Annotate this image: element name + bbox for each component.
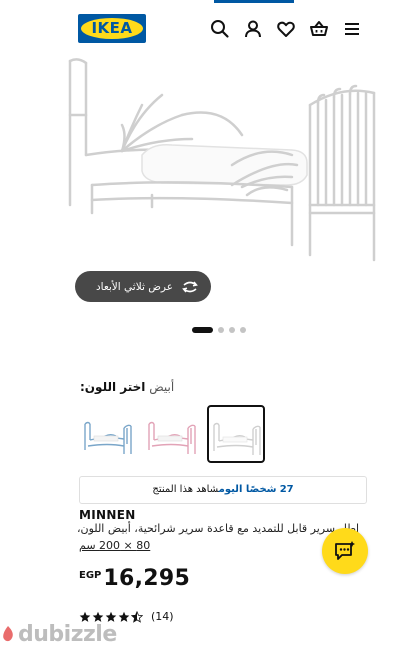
search-icon[interactable] [209,18,231,40]
rotate-3d-icon [181,279,199,295]
logo-text: IKEA [91,19,133,37]
product-name[interactable]: MINNEN [79,508,136,522]
viewers-count-unit: شخصًا اليوم [218,484,277,495]
color-swatch-white[interactable] [207,405,265,463]
product-image-bed[interactable] [62,55,392,275]
product-size-link[interactable]: 80 × 200 سم [79,539,150,552]
star-icon [92,611,104,622]
carousel-dots [192,327,246,333]
dubizzle-watermark: dubizzle [0,622,120,650]
chat-icon [335,541,355,560]
carousel-dot-3[interactable] [229,327,235,333]
carousel-dot-4[interactable] [240,327,246,333]
basket-icon[interactable] [308,18,330,40]
star-icon [105,611,117,622]
rating-stars [79,610,143,623]
star-icon [79,611,91,622]
user-icon[interactable] [242,18,264,40]
half-star-icon [131,610,143,623]
heart-icon[interactable] [275,18,297,40]
header-accent-line [214,0,294,3]
view-3d-label: عرض ثلاثي الأبعاد [95,280,173,293]
star-icon [118,611,130,622]
price-amount: 16,295 [103,566,191,591]
carousel-dot-1[interactable] [192,327,213,333]
ikea-logo[interactable]: IKEA [78,14,146,43]
viewers-banner: 27 شخصًا اليومشاهد هذا المنتج [79,476,367,504]
selected-color-value: أبيض [149,380,175,394]
color-picker-label: أبيض اختر اللون: [80,380,174,394]
watermark-text: dubizzle [18,622,117,647]
review-count: (14) [151,610,174,623]
color-swatch-pink[interactable] [144,406,200,462]
carousel-dot-2[interactable] [218,327,224,333]
chat-button[interactable] [322,528,368,574]
product-price: EGP 16,295 [79,566,190,591]
menu-icon[interactable] [341,18,363,40]
view-3d-button[interactable]: عرض ثلاثي الأبعاد [75,271,211,302]
viewers-count: 27 [279,484,294,495]
color-picker-title: اختر اللون: [80,380,146,394]
app-header: IKEA [0,0,400,58]
color-swatch-blue[interactable] [80,406,136,462]
viewers-text: شاهد هذا المنتج [152,484,219,495]
price-currency: EGP [79,570,102,581]
